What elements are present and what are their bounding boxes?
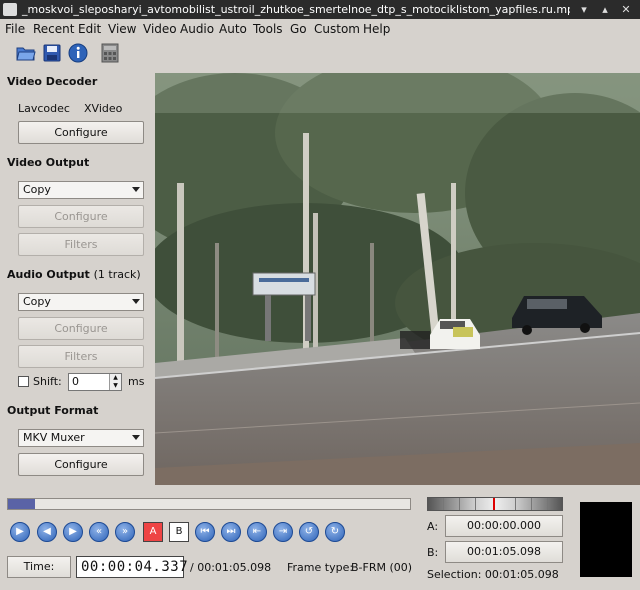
- selection-duration: Selection: 00:01:05.098: [427, 568, 559, 581]
- rewind-icon[interactable]: ↺: [299, 522, 319, 542]
- decoder-configure-button[interactable]: Configure: [18, 121, 144, 144]
- next-frame-icon[interactable]: ▶: [63, 522, 83, 542]
- goto-marker-b-icon[interactable]: ⇥: [273, 522, 293, 542]
- time-button[interactable]: Time:: [7, 556, 71, 578]
- chevron-down-icon: [132, 299, 140, 304]
- output-format-title: Output Format: [7, 404, 99, 417]
- window-title: _moskvoi_sleposharyi_avtomobilist_ustroi…: [22, 3, 640, 16]
- decoder-codec-label: Lavcodec: [18, 102, 70, 115]
- title-bar: _moskvoi_sleposharyi_avtomobilist_ustroi…: [0, 0, 640, 19]
- shift-input[interactable]: 0 ▲ ▼: [68, 373, 122, 391]
- menu-help[interactable]: Help: [363, 22, 390, 36]
- menu-bar: File Recent Edit View Video Audio Auto T…: [0, 19, 640, 38]
- scale-tick: [531, 498, 532, 510]
- menu-go[interactable]: Go: [290, 22, 307, 36]
- menu-file[interactable]: File: [5, 22, 25, 36]
- frame-type-label: Frame type:: [287, 561, 354, 574]
- set-marker-a-icon[interactable]: A: [143, 522, 163, 542]
- minimize-icon[interactable]: ▾: [578, 4, 590, 16]
- open-folder-icon[interactable]: [15, 42, 37, 64]
- video-output-selected: Copy: [23, 183, 51, 196]
- audio-output-select[interactable]: Copy: [18, 293, 144, 311]
- menu-tools[interactable]: Tools: [253, 22, 283, 36]
- scale-marker: [493, 498, 495, 510]
- total-time: / 00:01:05.098: [190, 561, 272, 574]
- audio-configure-button[interactable]: Configure: [18, 317, 144, 340]
- output-format-selected: MKV Muxer: [23, 431, 85, 444]
- video-configure-button[interactable]: Configure: [18, 205, 144, 228]
- maximize-icon[interactable]: ▴: [599, 4, 611, 16]
- calculator-icon[interactable]: [99, 42, 121, 64]
- previous-frame-icon[interactable]: ◀: [37, 522, 57, 542]
- menu-video[interactable]: Video: [143, 22, 177, 36]
- audio-output-selected: Copy: [23, 295, 51, 308]
- menu-recent[interactable]: Recent: [33, 22, 74, 36]
- shift-value: 0: [72, 375, 79, 388]
- menu-view[interactable]: View: [108, 22, 136, 36]
- scale-tick: [475, 498, 476, 510]
- audio-track-count: (1 track): [93, 268, 141, 281]
- menu-edit[interactable]: Edit: [78, 22, 101, 36]
- chevron-down-icon: [132, 435, 140, 440]
- current-time-field[interactable]: 00:00:04.337: [76, 556, 188, 578]
- video-frame: [155, 73, 640, 485]
- fast-forward-icon[interactable]: ↻: [325, 522, 345, 542]
- video-output-title: Video Output: [7, 156, 90, 169]
- mini-preview: [580, 502, 632, 577]
- frame-type-value: B-FRM (00): [351, 561, 413, 574]
- goto-marker-a-icon[interactable]: ⇤: [247, 522, 267, 542]
- chevron-down-icon: [132, 187, 140, 192]
- close-icon[interactable]: ✕: [620, 4, 632, 16]
- marker-a-label: A:: [427, 520, 439, 533]
- menu-audio[interactable]: Audio: [180, 22, 214, 36]
- decoder-codec-value: XVideo: [84, 102, 123, 115]
- audio-output-title: Audio Output (1 track): [7, 268, 141, 281]
- app-icon: [3, 3, 17, 16]
- menu-auto[interactable]: Auto: [219, 22, 247, 36]
- previous-cut-icon[interactable]: ⏮: [195, 522, 215, 542]
- jog-scale[interactable]: [427, 497, 563, 511]
- video-scene: [155, 73, 640, 485]
- audio-output-title-text: Audio Output: [7, 268, 90, 281]
- shift-checkbox[interactable]: [18, 376, 29, 387]
- marker-a-button[interactable]: 00:00:00.000: [445, 515, 563, 537]
- play-icon[interactable]: ▶: [10, 522, 30, 542]
- save-icon[interactable]: [41, 42, 63, 64]
- info-icon[interactable]: [67, 42, 89, 64]
- marker-b-label: B:: [427, 546, 439, 559]
- video-output-select[interactable]: Copy: [18, 181, 144, 199]
- previous-keyframe-icon[interactable]: «: [89, 522, 109, 542]
- next-keyframe-icon[interactable]: »: [115, 522, 135, 542]
- window-controls: ▾ ▴ ✕: [570, 0, 640, 19]
- output-format-select[interactable]: MKV Muxer: [18, 429, 144, 447]
- audio-filters-button[interactable]: Filters: [18, 345, 144, 368]
- marker-b-button[interactable]: 00:01:05.098: [445, 541, 563, 563]
- video-decoder-title: Video Decoder: [7, 75, 98, 88]
- set-marker-b-icon[interactable]: B: [169, 522, 189, 542]
- video-filters-button[interactable]: Filters: [18, 233, 144, 256]
- seek-slider[interactable]: [7, 498, 411, 510]
- spin-arrows-icon[interactable]: ▲ ▼: [109, 374, 121, 390]
- scale-tick: [459, 498, 460, 510]
- shift-unit: ms: [128, 375, 145, 388]
- scale-tick: [515, 498, 516, 510]
- seek-progress: [8, 499, 36, 509]
- scale-tick: [443, 498, 444, 510]
- next-cut-icon[interactable]: ⏭: [221, 522, 241, 542]
- output-configure-button[interactable]: Configure: [18, 453, 144, 476]
- scale-tick: [547, 498, 548, 510]
- shift-label: Shift:: [33, 375, 62, 388]
- menu-custom[interactable]: Custom: [314, 22, 360, 36]
- toolbar: [0, 38, 640, 68]
